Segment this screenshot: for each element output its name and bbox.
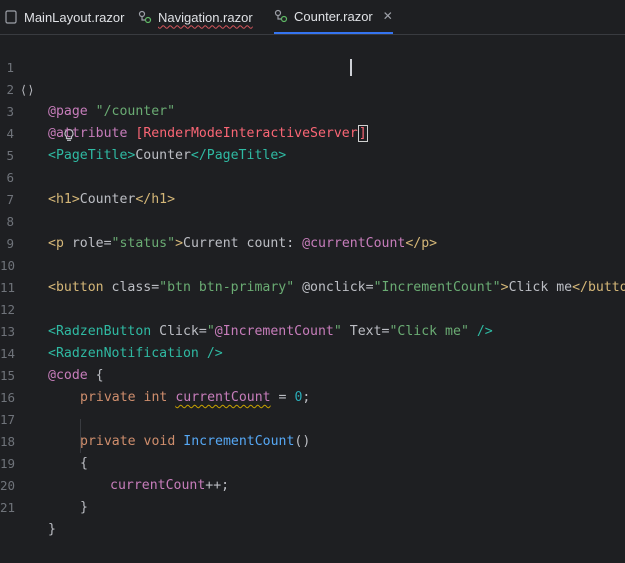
code-line: 21 } [0,475,625,537]
tab-navigation[interactable]: Navigation.razor [138,0,253,34]
code-line: 3 [0,79,625,119]
code-line: 17 private void IncrementCount() [0,387,625,449]
brace: } [80,500,88,515]
code-line: 5 [0,123,625,163]
code-line: 20 } [0,453,625,515]
tab-counter[interactable]: Counter.razor ✕ [274,0,393,34]
code-line: 14 @code { [0,321,625,383]
code-line: 13 <RadzenNotification /> [0,299,625,361]
editor-tab-bar: MainLayout.razor Navigation.razor Counte… [0,0,625,35]
line-number: 21 [0,500,16,515]
code-line: 18 { [0,409,625,471]
indent-guide [80,419,81,453]
code-line: 9 [0,211,625,251]
code-line: 15 private int currentCount = 0; [0,343,625,405]
brace: } [48,522,56,537]
code-line: 8 <p role="status">Current count: @curre… [0,189,625,251]
tab-mainlayout[interactable]: MainLayout.razor [4,0,124,34]
code-line: 11 [0,255,625,295]
code-line: 1 ⟨⟩ @page "/counter" [0,35,625,119]
code-line: 2 @attribute [RenderModeInteractiveServe… [0,57,625,142]
razor-file-icon [4,10,18,24]
code-line: 12 <RadzenButton Click="@IncrementCount"… [0,277,625,339]
razor-component-icon [138,10,152,24]
tab-label: Counter.razor [294,8,373,24]
code-line: 6 <h1>Counter</h1> [0,145,625,207]
code-line: 16 [0,365,625,405]
tab-label: Navigation.razor [158,9,253,25]
code-editor[interactable]: 1 ⟨⟩ @page "/counter" 2 @attribute [Rend… [0,35,625,537]
code-line: 19 currentCount++; [0,431,625,493]
code-line: 10 <button class="btn btn-primary" @oncl… [0,233,625,295]
razor-component-icon [274,9,288,23]
code-line: 7 [0,167,625,207]
close-icon[interactable]: ✕ [383,9,393,23]
code-line: 4 <PageTitle>Counter</PageTitle> [0,101,625,163]
text-cursor [350,59,352,76]
tab-label: MainLayout.razor [24,9,125,25]
